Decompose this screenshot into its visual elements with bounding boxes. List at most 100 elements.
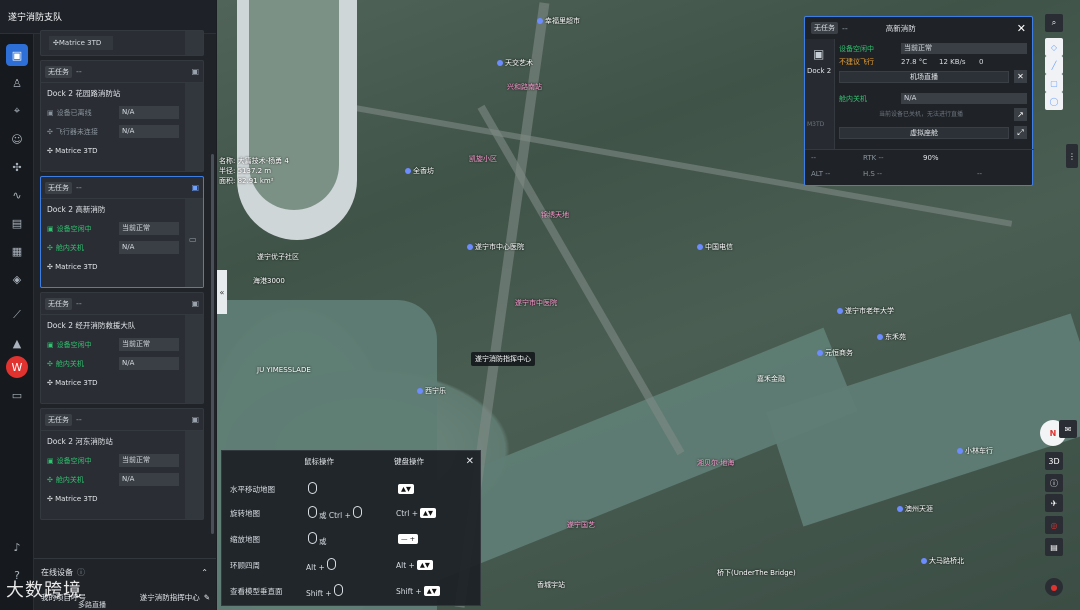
pilot-icon[interactable]: ♙ (6, 72, 28, 94)
device-card-gaoxin[interactable]: 无任务--▣ Dock 2 高新消防◢ ▣设备空闲中当前正常 ✣舱内关机N/A … (40, 176, 204, 288)
multi-live-button[interactable]: 多路直播 (78, 600, 106, 610)
info-icon[interactable]: ⓘ (1045, 474, 1063, 492)
dock-status-label: 设备空闲中 (839, 44, 874, 53)
expand-icon[interactable]: ⤢ (1014, 126, 1027, 139)
map-label: 锦绣天地 (541, 211, 569, 219)
drone-status-value: N/A (119, 125, 179, 138)
help-row: 旋转地图或 Ctrl + Ctrl + ▲▼ (230, 503, 480, 523)
dock-live-button[interactable]: 机场直播 (839, 71, 1009, 83)
map-label: 遂宁市中医院 (515, 299, 557, 307)
chart-icon[interactable]: ⟋ (6, 304, 28, 326)
poi-pin-icon (537, 18, 543, 24)
model-icon[interactable]: ◈ (6, 268, 28, 290)
share-icon[interactable]: ↗ (1014, 108, 1027, 121)
device-card-huayuan[interactable]: 无任务 -- ▣ Dock 2 花园路消防站 ▣ 设备已离线 N/A ✣ 飞行器未连接 N/… (40, 60, 204, 172)
record-icon[interactable]: ● (1045, 578, 1063, 596)
window-icon[interactable]: ▣ (191, 67, 199, 76)
task-badge: 无任务 (45, 297, 72, 310)
drone-model-tag: ✣ Matrice 3TD (47, 378, 98, 387)
map-label: 桥下(UnderThe Bridge) (717, 569, 796, 577)
window-icon[interactable]: ▣ (191, 415, 199, 424)
poi-pin-icon (697, 244, 703, 250)
close-icon[interactable]: ✕ (1017, 22, 1026, 35)
chat-icon[interactable]: ✉ (1059, 420, 1077, 438)
window-icon[interactable]: ▣ (191, 183, 199, 192)
dock-name: Dock 2 高新消防◢ (41, 199, 203, 219)
keyboard-col-title: 键盘操作 (394, 456, 424, 466)
hs-readout: H.S -- (863, 170, 883, 178)
drone-model-tag: ✣ Matrice 3TD (49, 36, 113, 50)
drone-status-value: N/A (119, 357, 179, 370)
user-icon[interactable]: ☺ (6, 128, 28, 150)
media-icon[interactable]: ▦ (6, 240, 28, 262)
3d-toggle-button[interactable]: 3D (1045, 452, 1063, 470)
doc-icon[interactable]: ▭ (6, 384, 28, 406)
map-label: 遂宁市老年大学 (837, 306, 894, 316)
card-side (185, 31, 203, 55)
dock-device-icon: ▣ (813, 47, 825, 61)
watermark: 大数跨境 (6, 580, 82, 601)
poi-pin-icon (405, 168, 411, 174)
tools-icon[interactable]: ✕ (1014, 70, 1027, 83)
close-icon[interactable]: ✕ (466, 456, 474, 467)
signal-readout: -- (811, 154, 817, 162)
map-label: 元恒商务 (817, 348, 853, 358)
more-icon[interactable]: ⋮ (1066, 144, 1078, 168)
device-card-partial[interactable]: ✣ Matrice 3TD (40, 30, 204, 56)
task-badge: 无任务 (45, 413, 72, 426)
dock-icon: ▣ (47, 340, 54, 349)
alt-readout: ALT -- (811, 170, 831, 178)
bell-icon[interactable]: ♪ (6, 536, 28, 558)
poi-pin-icon (957, 448, 963, 454)
window-icon[interactable]: ▣ (191, 299, 199, 308)
dock-status-label: ▣ 设备已离线 (47, 108, 92, 117)
edit-icon[interactable]: ✎ (204, 593, 210, 602)
mouse-icon (352, 505, 362, 518)
drone-model-tag: ✣ Matrice 3TD (47, 494, 98, 503)
map-label: 小林车行 (957, 446, 993, 456)
search-icon[interactable]: ⌕ (1045, 14, 1063, 32)
poi-pin-icon (921, 558, 927, 564)
drone-status-label: ✣ 舱内关机 (47, 359, 84, 368)
project-value: 遂宁消防指挥中心 (139, 592, 200, 602)
mouse-icon (326, 558, 336, 570)
dock-location-tooltip[interactable]: 遂宁消防指挥中心 (471, 352, 535, 366)
map-label: 海港3000 (253, 277, 285, 285)
polygon-tool-icon[interactable]: ▢ (1045, 74, 1063, 92)
project-icon[interactable]: ▣ (6, 44, 28, 66)
locate-icon[interactable]: ◎ (1045, 516, 1063, 534)
map-label: 兴和路南站 (507, 83, 542, 91)
task-icon[interactable]: ▤ (6, 212, 28, 234)
drone-model-tag: ✣ Matrice 3TD (47, 262, 98, 271)
dock-model: Dock 2 (807, 67, 832, 75)
line-tool-icon[interactable]: ╱ (1045, 56, 1063, 74)
map-label: 凯旋小区 (469, 155, 497, 163)
dock-status-label: ▣ 设备空闲中 (47, 224, 92, 233)
task-badge: 无任务 (45, 65, 72, 78)
screen-icon[interactable]: ▭ (189, 235, 197, 244)
map-label: 遂宁国艺 (567, 521, 595, 529)
device-card-jingkai[interactable]: 无任务 -- ▣ Dock 2 经开消防救援大队 ▣ 设备空闲中 当前正常 ✣ 舱内关机 N… (40, 292, 204, 404)
chevron-up-icon[interactable]: ⌃ (201, 568, 208, 577)
route-icon[interactable]: ∿ (6, 184, 28, 206)
rtk-readout: RTK -- (863, 154, 884, 162)
device-card-hedong[interactable]: 无任务 -- ▣ Dock 2 河东消防站 ▣ 设备空闲中 当前正常 ✣ 舱内关机 N/A … (40, 408, 204, 520)
plane-icon[interactable]: ✈ (1045, 494, 1063, 512)
drone-icon[interactable]: ✣ (6, 156, 28, 178)
layers-icon[interactable]: ▤ (1045, 538, 1063, 556)
scrollbar[interactable] (211, 154, 214, 534)
map-icon[interactable]: ⌖ (6, 100, 28, 122)
map-label: 天交艺术 (497, 58, 533, 68)
task-badge: 无任务 (45, 181, 72, 194)
pin-tool-icon[interactable]: ◇ (1045, 38, 1063, 56)
circle-tool-icon[interactable]: ◯ (1045, 92, 1063, 110)
alert-icon[interactable]: ▲ (6, 332, 28, 354)
dock-name: Dock 2 河东消防站 (47, 436, 113, 446)
dock-status-value: 当前正常 (901, 43, 1027, 54)
virtual-cockpit-button[interactable]: 虚拟座舱 (839, 127, 1009, 139)
weather-warning: 不建议飞行 (839, 58, 874, 66)
drone-status-value: N/A (119, 473, 179, 486)
device-list-panel: ✣ Matrice 3TD 无任务 -- ▣ Dock 2 花园路消防站 ▣ 设备已离… (34, 30, 216, 610)
collapse-panel-button[interactable]: « (217, 270, 227, 314)
dock-status-label: ▣ 设备空闲中 (47, 456, 92, 465)
